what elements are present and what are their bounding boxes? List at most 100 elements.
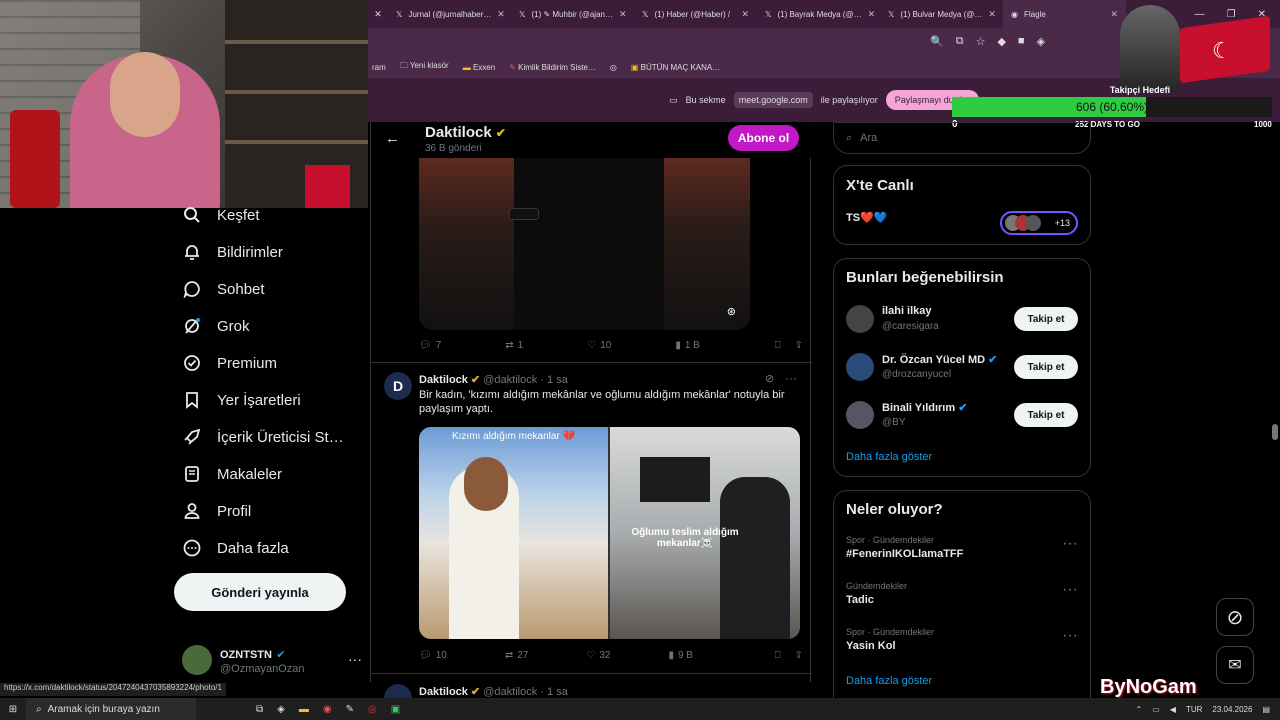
reply-button[interactable]: 💬︎ 10 [419,650,447,661]
views-button[interactable]: ▮ 9 B [668,650,693,661]
browser-tab[interactable]: 𝕏 (1) Bulvar Medya (@… ✕ [880,0,1003,28]
verified-gold-icon: ✔ [470,686,481,698]
bookmark-item[interactable]: ▣ BÜTÜN MAÇ KANA… [631,63,720,72]
grok-icon[interactable]: ⊘ [765,372,774,385]
close-icon[interactable]: ✕ [1110,9,1118,20]
grok-image-icon[interactable]: ⊛ [727,305,736,318]
clock[interactable]: 23.04.2026 [1212,705,1252,714]
tweet-media[interactable]: Kızımı aldığım mekanlar 💔 Oğlumu teslim … [419,427,800,639]
app-icon[interactable]: ✎ [346,704,354,715]
star-icon[interactable]: ☆ [976,35,986,48]
follow-button[interactable]: Takip et [1014,403,1078,427]
browser-tab[interactable]: 𝕏 (1) Haber (@Haber) / ✕ [634,0,757,28]
heart-icon: ♡ [587,340,597,351]
retweet-button[interactable]: ⇄ 27 [505,650,529,661]
tweet-author: Daktilock ✔ @daktilock · 1 sa [419,374,568,386]
close-icon[interactable]: ✕ [868,9,876,20]
more-options-icon[interactable]: ··· [1062,627,1078,645]
network-icon[interactable]: ▭ [1152,705,1160,714]
share-icon[interactable]: ⇪ [795,340,803,351]
like-button[interactable]: ♡ 10 [587,340,611,351]
zoom-icon[interactable]: 🔍 [930,35,944,48]
scrollbar-thumb[interactable] [1272,424,1278,440]
browser-tab[interactable]: 𝕏 (1) Bayrak Medya (@… ✕ [757,0,880,28]
grok-fab[interactable]: ⊘ [1216,598,1254,636]
taskbar-search[interactable]: ⌕ Aramak için buraya yazın [26,698,196,720]
nav-chat[interactable]: Sohbet [183,280,265,298]
subscribe-button[interactable]: Abone ol [728,125,799,151]
messages-fab[interactable]: ✉ [1216,646,1254,684]
bookmark-icon[interactable]: ⎕ [775,650,781,661]
nav-profile[interactable]: Profil [183,502,251,520]
extension-icon[interactable]: ■ [1018,35,1025,48]
nav-articles[interactable]: Makaleler [183,465,282,483]
tweet-text: Bir kadın, 'kızımı aldığım mekânlar ve o… [419,389,785,415]
views-button[interactable]: ▮ 1 B [675,340,700,351]
tweet-image[interactable]: Oğlumu teslim aldığım mekanlar☠️ [610,427,800,639]
trend-item[interactable]: Gündemdekiler Tadic ··· [846,581,1078,606]
suggestion-row[interactable]: Binali Yıldırım ✔ @BY Takip et [846,401,1078,437]
windows-start-icon[interactable]: ⊞ [0,704,26,715]
close-icon[interactable]: ✕ [619,9,627,20]
follow-button[interactable]: Takip et [1014,307,1078,331]
copilot-icon[interactable]: ◈ [277,704,285,715]
file-explorer-icon[interactable]: ▬ [299,704,309,715]
follow-button[interactable]: Takip et [1014,355,1078,379]
suggestion-row[interactable]: Dr. Özcan Yücel MD ✔ @drozcanyucel Takip… [846,353,1078,389]
post-button[interactable]: Gönderi yayınla [174,573,346,611]
app-icon[interactable]: ▣ [391,704,400,715]
suggestion-row[interactable]: ilahi ilkay @caresigara Takip et [846,305,1078,341]
bookmark-item[interactable]: 🗀 Yeni klasör [400,60,449,74]
share-icon[interactable]: ⇪ [795,650,803,661]
bookmark-item[interactable]: ▬ Exxen [463,63,495,72]
more-options-icon[interactable]: ··· [1062,581,1078,599]
close-icon[interactable]: ✕ [988,9,996,20]
account-switcher[interactable]: OZNTSTN ✔ @OzmayanOzan ··· [182,645,362,681]
app-icon[interactable]: ◎ [368,704,377,715]
tweet-image[interactable]: Kızımı aldığım mekanlar 💔 [419,427,608,639]
nav-grok[interactable]: Grok [183,317,250,335]
task-view-icon[interactable]: ⧉ [256,704,263,715]
more-options-icon[interactable]: ··· [785,371,797,385]
nav-more[interactable]: Daha fazla [183,539,289,557]
taskbar: ⊞ ⌕ Aramak için buraya yazın ⧉ ◈ ▬ ◉ ✎ ◎ … [0,698,1280,720]
more-options-icon[interactable]: ··· [1062,535,1078,553]
nav-premium[interactable]: Premium [183,354,277,372]
extension-icon[interactable]: ◆ [997,35,1005,48]
tray-icon[interactable]: ⌃ [1136,705,1143,714]
chrome-icon[interactable]: ◉ [323,704,332,715]
search-input[interactable]: ⌕ Ara [833,122,1091,154]
like-button[interactable]: ♡ 32 [586,650,610,661]
bookmark-item[interactable]: ram [372,63,386,72]
volume-icon[interactable]: ◀ [1170,705,1176,714]
nav-bookmarks[interactable]: Yer İşaretleri [183,391,301,409]
live-avatars[interactable]: +13 [1000,211,1078,235]
tweet-media[interactable]: ⊛ [419,158,750,330]
more-options-icon[interactable]: ··· [348,645,362,681]
tweet-actions: 💬︎ 10 ⇄ 27 ♡ 32 ▮ 9 B ⎕ ⇪ [419,650,803,661]
browser-tab[interactable]: 𝕏 Jurnal (@jurnalhaber… ✕ [388,0,511,28]
close-tab-icon[interactable]: ✕ [368,9,388,20]
nav-notifications[interactable]: Bildirimler [183,243,283,261]
extension-icon[interactable]: ◈ [1037,35,1045,48]
bookmark-item[interactable]: ✎ Kimlik Bildirim Siste… [509,63,596,72]
retweet-button[interactable]: ⇄ 1 [505,340,523,351]
bookmark-icon[interactable]: ⎕ [775,340,781,351]
trend-item[interactable]: Spor · Gündemdekiler Yasin Kol ··· [846,627,1078,652]
back-arrow-icon[interactable]: ← [385,130,400,147]
browser-tab[interactable]: 𝕏 (1) ✎ Muhbir (@ajan… ✕ [511,0,634,28]
close-icon[interactable]: ✕ [741,9,749,20]
notification-icon[interactable]: ▤ [1262,705,1270,714]
show-more-link[interactable]: Daha fazla göster [846,451,932,463]
reply-button[interactable]: 💬︎ 7 [419,340,441,351]
show-more-link[interactable]: Daha fazla göster [846,675,932,687]
cast-icon[interactable]: ⧉ [956,35,964,48]
bookmark-item[interactable]: ◎ [610,63,617,72]
live-item[interactable]: TS❤️💙 [846,211,887,224]
nav-creator-studio[interactable]: İçerik Üreticisi St… [183,428,344,446]
nav-explore[interactable]: Keşfet [183,206,260,224]
trend-item[interactable]: Spor · Gündemdekiler #FenerinIKOLlamaTFF… [846,535,1078,560]
browser-tab-active[interactable]: ◉ Flagle ✕ [1003,0,1126,28]
close-icon[interactable]: ✕ [497,9,505,20]
avatar[interactable]: D [384,372,412,400]
